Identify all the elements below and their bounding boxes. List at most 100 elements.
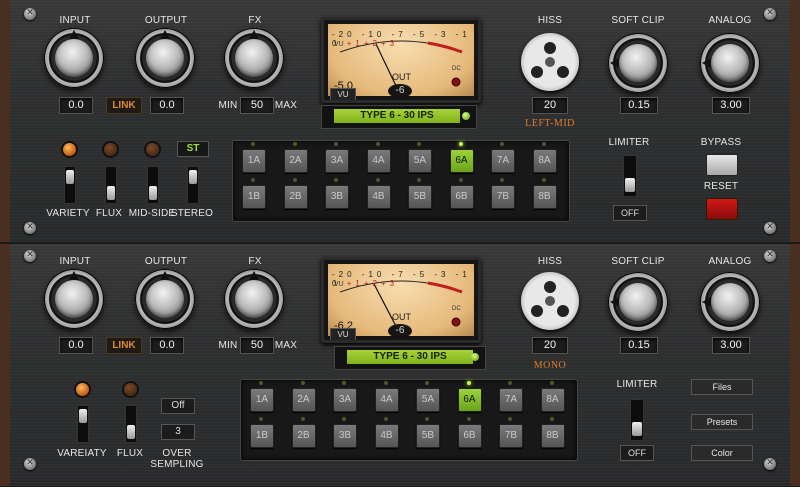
flux-toggle[interactable] — [125, 405, 137, 443]
button-indicator-led-icon — [259, 417, 263, 421]
tape-type-button-1a[interactable]: 1A — [250, 388, 274, 412]
analog-label: ANALOG — [708, 256, 752, 267]
hiss-mode-label[interactable]: LEFT-MID — [525, 118, 575, 129]
tape-type-button-6b[interactable]: 6B — [449, 185, 474, 209]
tape-type-display[interactable]: TYPE 6 - 30 IPS — [321, 105, 477, 129]
reset-button[interactable] — [706, 198, 738, 220]
output-value[interactable]: 0.0 — [150, 337, 184, 354]
tape-type-button-6a[interactable]: 6A — [457, 388, 482, 412]
tape-type-button-4b[interactable]: 4B — [374, 424, 399, 448]
tape-type-button-2b[interactable]: 2B — [283, 185, 308, 209]
tape-type-button-4a[interactable]: 4A — [366, 149, 391, 173]
fx-max-label: MAX — [274, 340, 298, 351]
link-button[interactable]: LINK — [106, 337, 142, 354]
tape-type-button-1a[interactable]: 1A — [242, 149, 266, 173]
tape-type-button-3b[interactable]: 3B — [325, 185, 349, 209]
meter-mode-button[interactable]: VU — [330, 88, 356, 100]
fx-value[interactable]: 50 — [240, 337, 274, 354]
limiter-toggle[interactable] — [630, 399, 644, 441]
variety-toggle[interactable] — [77, 405, 89, 443]
tape-type-button-3a[interactable]: 3A — [325, 149, 349, 173]
input-knob[interactable] — [44, 269, 104, 329]
analog-knob[interactable] — [700, 272, 760, 332]
variety-label: VARIETY — [46, 208, 90, 219]
tape-type-button-4b[interactable]: 4B — [366, 185, 391, 209]
files-button[interactable]: Files — [691, 379, 753, 395]
analog-knob[interactable] — [700, 33, 760, 93]
bypass-button[interactable] — [706, 154, 738, 176]
fx-value[interactable]: 50 — [240, 97, 274, 114]
soft-clip-knob[interactable] — [608, 272, 668, 332]
tape-button-grid: 1A 2A 3A 4A 5A 6A 7A 8A 1B 2B 3B 4B 5B 6B 7B 8B — [240, 379, 578, 461]
tape-type-button-6a[interactable]: 6A — [449, 149, 474, 173]
tape-type-button-1b[interactable]: 1B — [242, 185, 266, 209]
tape-type-button-8a[interactable]: 8A — [532, 149, 557, 173]
limiter-toggle[interactable] — [623, 155, 637, 197]
hiss-value[interactable]: 20 — [532, 97, 568, 114]
input-value[interactable]: 0.0 — [59, 97, 93, 114]
tape-type-button-5b[interactable]: 5B — [408, 185, 432, 209]
variety-toggle[interactable] — [64, 166, 76, 204]
tape-type-button-5b[interactable]: 5B — [416, 424, 440, 448]
oversampling-factor[interactable]: 3 — [161, 424, 195, 440]
tape-type-button-3b[interactable]: 3B — [333, 424, 357, 448]
tape-type-button-7a[interactable]: 7A — [491, 149, 515, 173]
hiss-mode-label[interactable]: MONO — [534, 360, 567, 371]
tape-type-label: TYPE 6 - 30 IPS — [334, 109, 460, 123]
tape-type-button-7b[interactable]: 7B — [491, 185, 515, 209]
output-value[interactable]: 0.0 — [150, 97, 184, 114]
flux-label: FLUX — [116, 448, 144, 459]
limiter-label: LIMITER — [608, 137, 650, 148]
presets-button[interactable]: Presets — [691, 414, 753, 430]
meter-right-reading: -6 — [388, 324, 412, 338]
input-label: INPUT — [59, 15, 91, 26]
tape-type-button-2b[interactable]: 2B — [291, 424, 316, 448]
hiss-value[interactable]: 20 — [532, 337, 568, 354]
soft-clip-knob[interactable] — [608, 33, 668, 93]
input-knob[interactable] — [44, 28, 104, 88]
tape-type-display[interactable]: TYPE 6 - 30 IPS — [334, 346, 486, 370]
tape-type-button-1b[interactable]: 1B — [250, 424, 274, 448]
tape-type-button-8a[interactable]: 8A — [540, 388, 565, 412]
button-indicator-led-icon — [375, 142, 380, 146]
soft-clip-value[interactable]: 0.15 — [620, 97, 658, 114]
midside-toggle[interactable] — [147, 166, 159, 204]
meter-mode-button[interactable]: VU — [330, 328, 356, 340]
button-indicator-led-icon — [383, 381, 388, 385]
button-indicator-led-icon — [334, 142, 338, 146]
tape-type-button-7a[interactable]: 7A — [499, 388, 523, 412]
link-button[interactable]: LINK — [106, 97, 142, 114]
tape-type-button-5a[interactable]: 5A — [416, 388, 440, 412]
tape-type-button-4a[interactable]: 4A — [374, 388, 399, 412]
tape-type-button-7b[interactable]: 7B — [499, 424, 523, 448]
soft-clip-label: SOFT CLIP — [611, 256, 665, 267]
analog-value[interactable]: 3.00 — [712, 97, 750, 114]
fx-knob[interactable] — [224, 269, 284, 329]
tape-type-button-6b[interactable]: 6B — [457, 424, 482, 448]
tape-type-button-2a[interactable]: 2A — [283, 149, 308, 173]
tape-type-button-8b[interactable]: 8B — [532, 185, 557, 209]
tape-type-button-5a[interactable]: 5A — [408, 149, 432, 173]
output-knob[interactable] — [135, 269, 195, 329]
screw-icon — [24, 7, 36, 20]
tape-type-button-2a[interactable]: 2A — [291, 388, 316, 412]
tape-type-button-3a[interactable]: 3A — [333, 388, 357, 412]
flux-toggle[interactable] — [105, 166, 117, 204]
tape-type-button-8b[interactable]: 8B — [540, 424, 565, 448]
color-button[interactable]: Color — [691, 445, 753, 461]
analog-value[interactable]: 3.00 — [712, 337, 750, 354]
output-knob[interactable] — [135, 28, 195, 88]
soft-clip-value[interactable]: 0.15 — [620, 337, 658, 354]
tape-reel-icon[interactable] — [521, 272, 579, 330]
button-indicator-led-icon — [300, 417, 305, 421]
tape-reel-icon[interactable] — [521, 33, 579, 91]
bypass-label: BYPASS — [700, 137, 742, 148]
input-value[interactable]: 0.0 — [59, 337, 93, 354]
oversampling-mode[interactable]: Off — [161, 398, 195, 414]
stereo-toggle[interactable] — [187, 166, 199, 204]
button-indicator-led-icon — [458, 142, 463, 146]
stereo-value[interactable]: ST — [177, 141, 209, 157]
type-led-icon — [471, 353, 479, 361]
button-indicator-led-icon — [259, 381, 263, 385]
fx-knob[interactable] — [224, 28, 284, 88]
